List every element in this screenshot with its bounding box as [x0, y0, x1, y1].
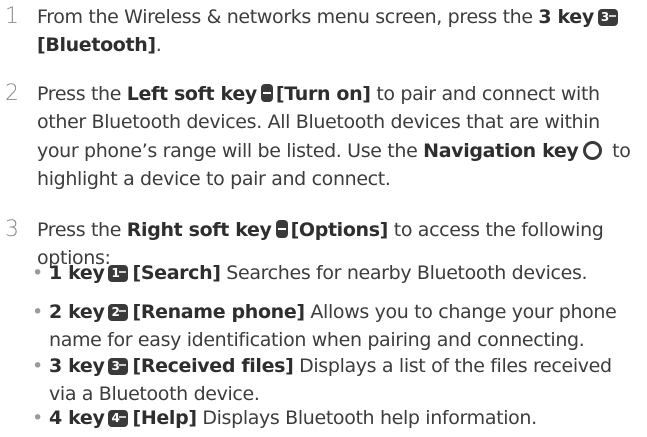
option-item: • 3 key 3 [Received files] Displays a list… [32, 352, 643, 409]
step-1: 1 From the Wireless & networks menu scre… [5, 3, 643, 60]
option-item: • 1 key 1 [Search] Searches for nearby Blu… [32, 259, 643, 287]
bullet-icon: • [32, 262, 43, 284]
key-1-icon: 1 [108, 265, 129, 282]
option-label: [Help] [132, 407, 197, 429]
step-text: From the Wireless & networks menu screen… [37, 6, 539, 28]
key-name: 3 key [49, 355, 105, 377]
option-item: • 2 key 2 [Rename phone] Allows you to cha… [32, 298, 643, 355]
key-name: 1 key [49, 262, 105, 284]
menu-option-label: [Bluetooth] [37, 34, 156, 57]
left-soft-key-icon [260, 84, 273, 102]
option-description: Searches for nearby Bluetooth devices. [220, 262, 588, 284]
instruction-page: 1 From the Wireless & networks menu scre… [0, 0, 647, 437]
key-4-ghi-icon: 4 [108, 410, 129, 427]
bullet-icon: • [32, 407, 43, 429]
key-3-def-icon: 3 [108, 358, 129, 375]
right-soft-key-icon [275, 220, 288, 238]
option-label: [Search] [132, 262, 221, 284]
option-item: • 4 key 4 [Help] Displays Bluetooth help i… [32, 404, 643, 432]
key-name: Navigation key [423, 139, 579, 162]
option-label: [Rename phone] [132, 301, 305, 323]
key-name: Left soft key [126, 83, 257, 105]
step-text: Press the [37, 83, 127, 105]
key-name: 3 key [538, 6, 594, 28]
bullet-icon: • [32, 355, 43, 377]
option-label: [Received files] [132, 355, 294, 377]
step-number: 2 [5, 81, 19, 106]
key-name: 2 key [49, 301, 105, 323]
bullet-icon: • [32, 301, 43, 323]
key-3-def-icon: 3 [597, 9, 618, 26]
step-text: . [155, 34, 162, 57]
step-text: Press the [37, 219, 127, 241]
key-name: Right soft key [126, 219, 272, 241]
step-2: 2 Press the Left soft key [Turn on] to pa… [5, 80, 643, 193]
step-number: 1 [5, 4, 19, 29]
step-number: 3 [5, 217, 19, 242]
option-description: Displays Bluetooth help information. [196, 407, 537, 429]
navigation-key-icon [583, 140, 603, 160]
menu-option-label: [Turn on] [275, 83, 371, 105]
key-name: 4 key [49, 407, 105, 429]
menu-option-label: [Options] [290, 219, 389, 241]
key-2-abc-icon: 2 [108, 304, 129, 321]
